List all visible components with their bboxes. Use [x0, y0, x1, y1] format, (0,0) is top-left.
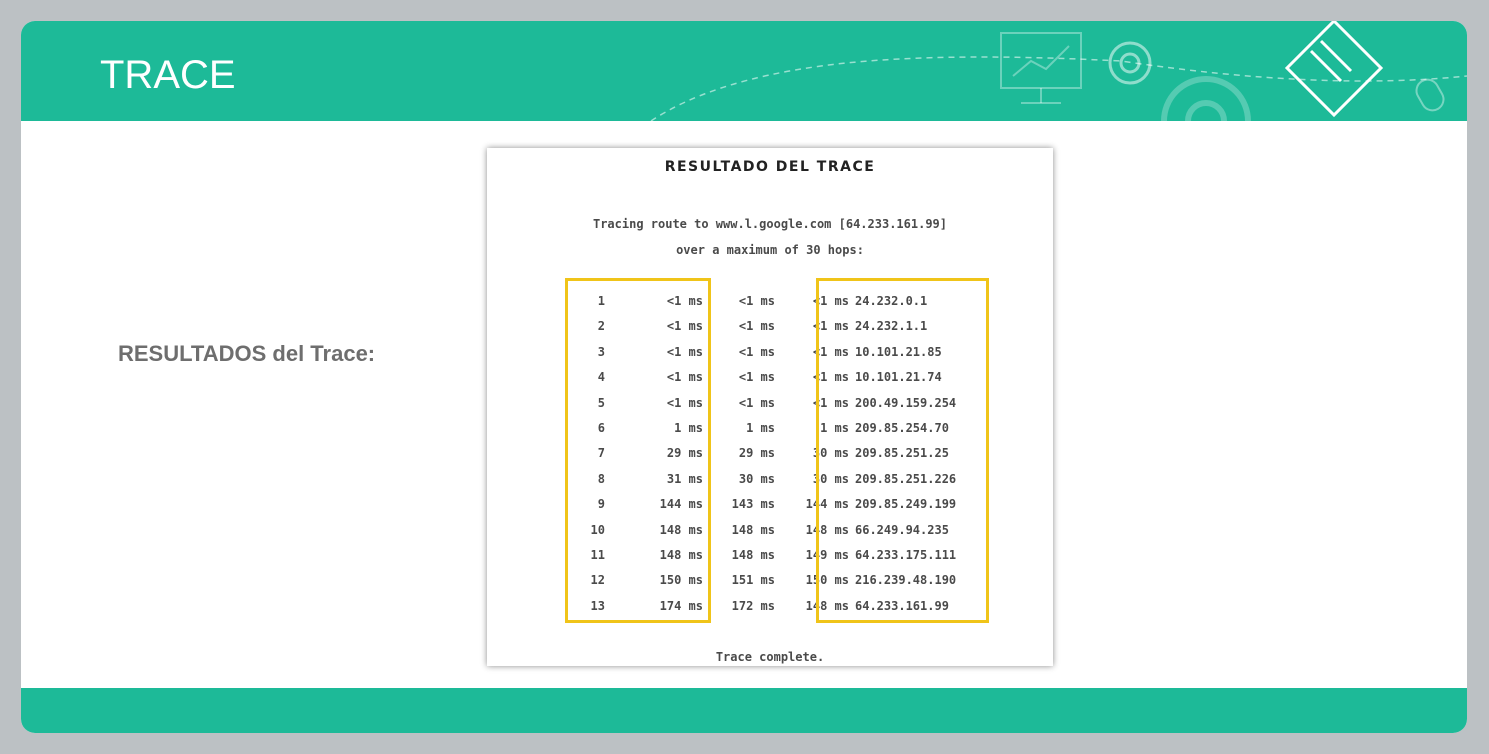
hop-time-2: <1 ms	[738, 395, 775, 410]
hop-time-2: 29 ms	[738, 446, 775, 461]
pencil-puzzle-icon	[1284, 21, 1384, 118]
hop-time-2: <1 ms	[738, 319, 775, 334]
presentation-board-icon	[1000, 32, 1082, 104]
large-gear-icon	[1161, 76, 1251, 121]
latency-highlight-box	[565, 278, 711, 623]
results-label: RESULTADOS del Trace:	[118, 341, 376, 366]
hop-time-2: <1 ms	[738, 294, 775, 308]
hop-time-2: 143 ms	[731, 497, 775, 512]
hop-time-2: 1 ms	[746, 421, 775, 435]
hop-time-2: 172 ms	[731, 598, 775, 613]
mouse-icon	[1415, 78, 1445, 112]
trace-complete-line: Trace complete.	[715, 650, 825, 664]
trace-route-line: Tracing route to www.l.google.com [64.23…	[592, 217, 947, 231]
footer-bar	[21, 688, 1467, 733]
trace-max-hops-line: over a maximum of 30 hops:	[676, 243, 864, 257]
ip-highlight-box	[816, 278, 989, 623]
trace-panel-title: RESULTADO DEL TRACE	[664, 159, 876, 175]
header-bar: TRACE	[21, 21, 1467, 121]
header-decoration	[650, 21, 1467, 121]
trace-output-panel: RESULTADO DEL TRACE Tracing route to www…	[487, 148, 1053, 666]
hop-time-2: 148 ms	[731, 522, 775, 537]
slide: TRACE RESULTADOS del Trace: RESULTADO DE…	[21, 21, 1467, 733]
hop-time-2: 30 ms	[738, 471, 775, 486]
page-title: TRACE	[100, 53, 236, 97]
hop-time-2: <1 ms	[738, 344, 775, 359]
hop-time-2: 148 ms	[731, 548, 775, 562]
hop-time-2: 151 ms	[731, 573, 775, 588]
hop-time-2: <1 ms	[738, 370, 775, 385]
